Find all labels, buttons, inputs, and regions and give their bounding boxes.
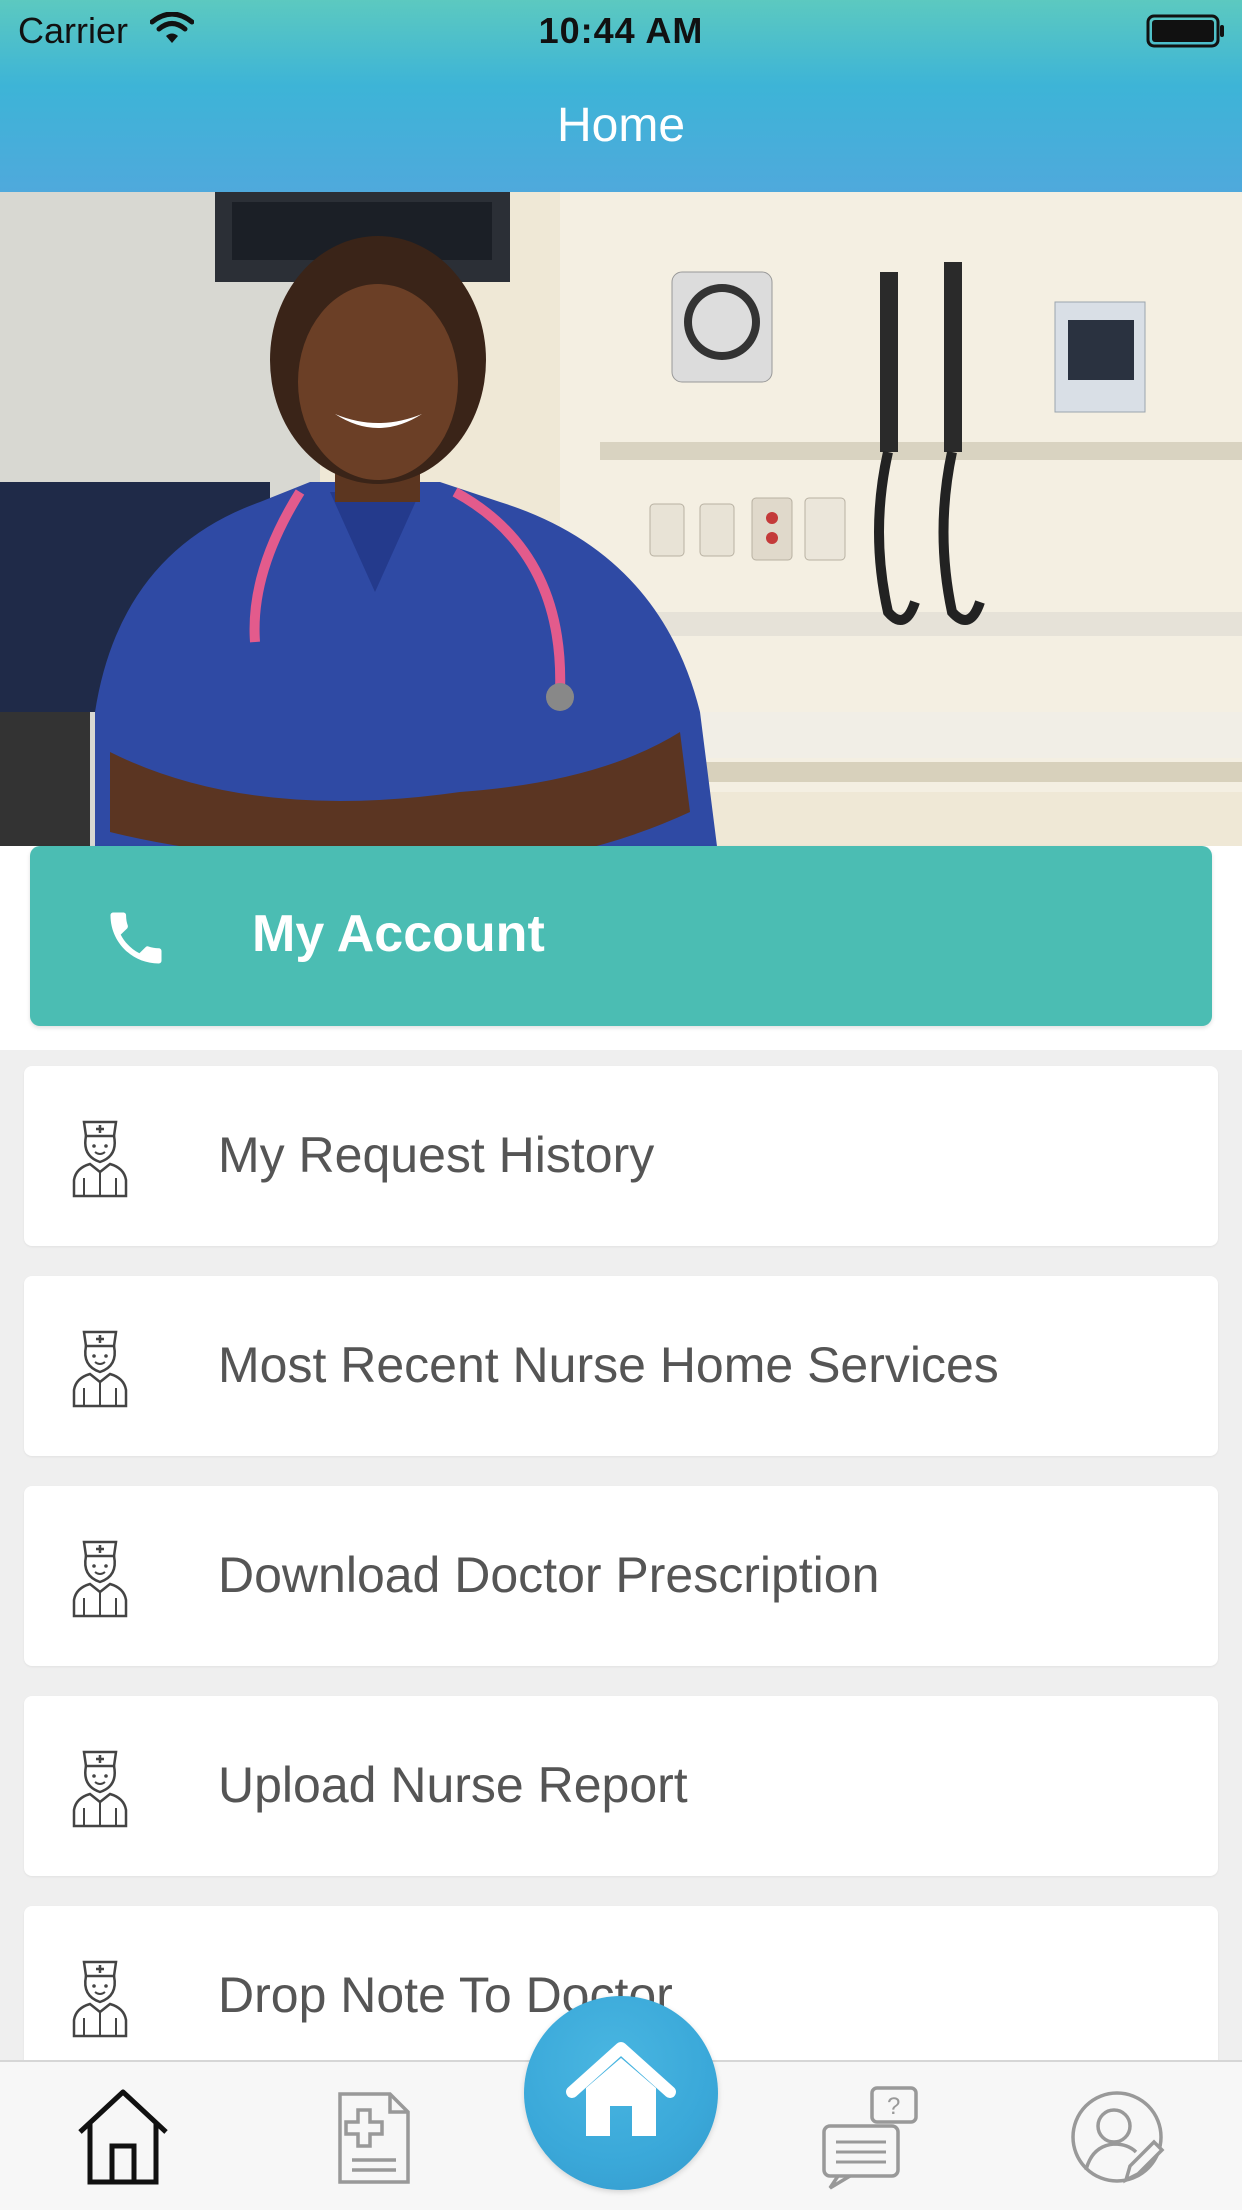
phone-icon <box>110 912 162 964</box>
menu-item-label: Most Recent Nurse Home Services <box>218 1337 999 1393</box>
nurse-photo <box>0 192 1242 870</box>
hero-image <box>0 192 1242 870</box>
svg-text:?: ? <box>887 2093 900 2120</box>
status-time: 10:44 AM <box>538 10 704 51</box>
menu-item-label: My Request History <box>218 1127 655 1183</box>
profile-edit-icon[interactable] <box>1062 2082 1172 2192</box>
status-bar: Carrier 10:44 AM <box>0 0 1242 62</box>
nurse-icon <box>72 1540 128 1618</box>
nurse-icon <box>72 1960 128 2038</box>
center-home-icon <box>566 2042 676 2136</box>
menu-item-label: Download Doctor Prescription <box>218 1547 880 1603</box>
battery-icon <box>1146 14 1224 48</box>
chat-question-icon[interactable]: ? <box>814 2082 924 2192</box>
menu-item-recent-services[interactable]: Most Recent Nurse Home Services <box>24 1276 1218 1456</box>
nurse-icon <box>72 1330 128 1408</box>
page-title: Home <box>556 99 686 152</box>
my-account-label: My Account <box>252 905 545 963</box>
menu-item-request-history[interactable]: My Request History <box>24 1066 1218 1246</box>
my-account-button[interactable]: My Account <box>30 846 1212 1026</box>
menu-item-label: Upload Nurse Report <box>218 1757 688 1813</box>
home-icon[interactable] <box>68 2082 178 2192</box>
nurse-icon <box>72 1120 128 1198</box>
nurse-icon <box>72 1750 128 1828</box>
center-home-button[interactable] <box>524 1996 718 2190</box>
menu-item-download-prescription[interactable]: Download Doctor Prescription <box>24 1486 1218 1666</box>
menu-item-upload-report[interactable]: Upload Nurse Report <box>24 1696 1218 1876</box>
prescription-icon[interactable] <box>318 2082 428 2192</box>
